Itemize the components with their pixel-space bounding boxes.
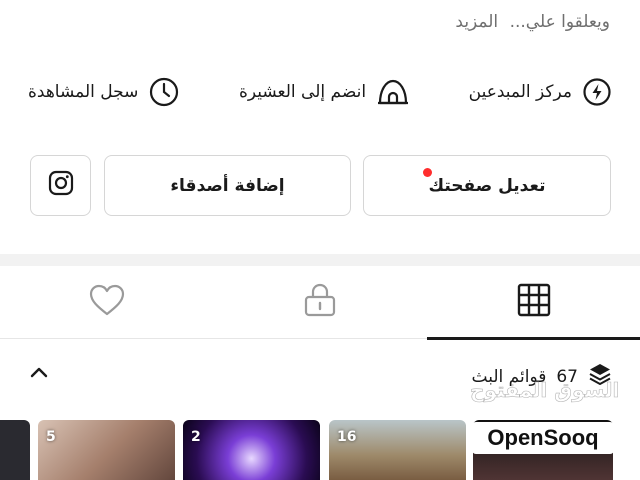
thumbnail-count: 16	[337, 429, 357, 445]
heart-icon	[88, 283, 126, 321]
grid-icon	[517, 283, 551, 321]
creator-center-icon	[582, 77, 612, 107]
watch-history-link[interactable]: سجل المشاهدة	[28, 76, 180, 108]
creator-center-link[interactable]: مركز المبدعين	[469, 77, 612, 107]
thumbnail-count: 2	[191, 429, 201, 445]
playlist-thumbnail[interactable]: 16	[329, 420, 466, 480]
bio-line: ويعلقوا علي...	[509, 12, 610, 32]
active-tab-indicator	[427, 337, 640, 340]
lock-icon	[303, 282, 337, 322]
bio-text: ويعلقوا علي... المزيد	[455, 12, 610, 32]
bio-cut-line	[92, 0, 612, 6]
playlist-thumbnail[interactable]: 2	[183, 420, 320, 480]
watch-history-icon	[148, 76, 180, 108]
quick-links: مركز المبدعين انضم إلى العشيرة سجل المشا…	[28, 72, 612, 112]
edit-profile-button[interactable]: تعديل صفحتك	[363, 155, 611, 216]
content-tabs	[0, 266, 640, 340]
profile-actions: تعديل صفحتك إضافة أصدقاء	[30, 155, 611, 216]
watermark-brand: OpenSooq	[472, 422, 614, 454]
add-friends-button[interactable]: إضافة أصدقاء	[104, 155, 351, 216]
tab-videos[interactable]	[427, 266, 640, 338]
add-friends-label: إضافة أصدقاء	[170, 175, 285, 196]
creator-center-label: مركز المبدعين	[468, 82, 572, 102]
thumbnail-count: 5	[46, 429, 56, 445]
playlist-thumbnail[interactable]: 5	[38, 420, 175, 480]
join-clan-link[interactable]: انضم إلى العشيرة	[239, 77, 410, 107]
watermark-arabic: السوق المفتوح	[470, 378, 620, 403]
section-divider	[0, 254, 640, 266]
bio-more-link[interactable]: المزيد	[455, 12, 498, 32]
chevron-up-icon[interactable]	[28, 362, 50, 388]
instagram-button[interactable]	[30, 155, 91, 216]
instagram-icon	[48, 170, 74, 201]
edit-profile-label: تعديل صفحتك	[428, 175, 546, 196]
notification-dot	[423, 168, 432, 177]
watch-history-label: سجل المشاهدة	[28, 82, 139, 102]
clan-icon	[376, 77, 410, 107]
tab-private[interactable]	[213, 266, 426, 338]
join-clan-label: انضم إلى العشيرة	[238, 82, 367, 102]
playlist-thumbnail[interactable]	[0, 420, 30, 480]
tab-liked[interactable]	[0, 266, 213, 338]
